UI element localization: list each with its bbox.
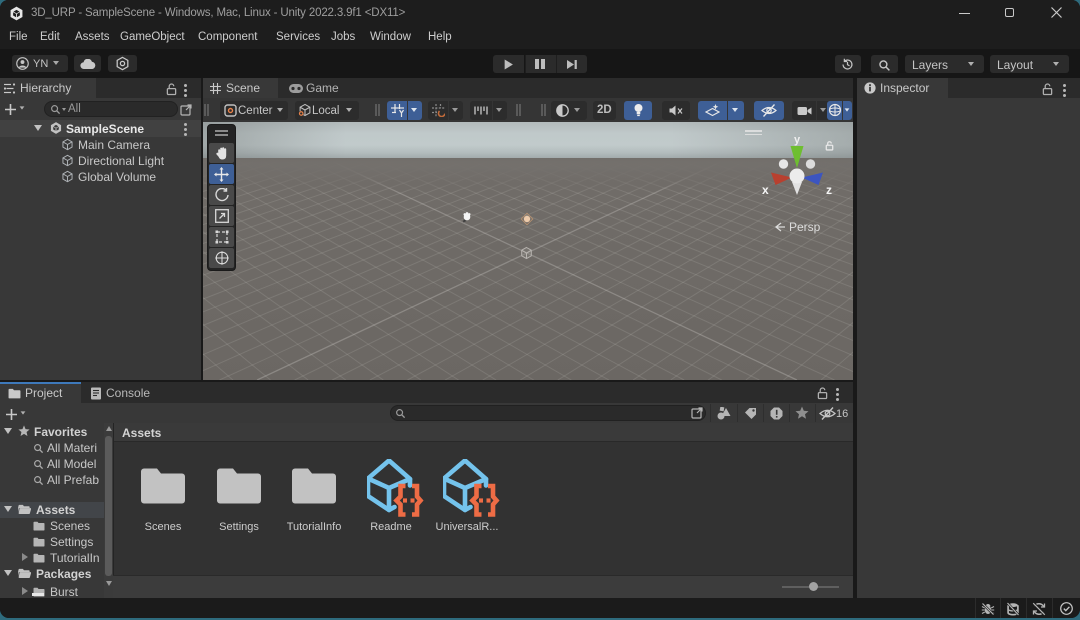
svg-text:x: x — [762, 183, 769, 197]
svg-text:y: y — [794, 134, 801, 146]
svg-text:z: z — [826, 183, 832, 197]
